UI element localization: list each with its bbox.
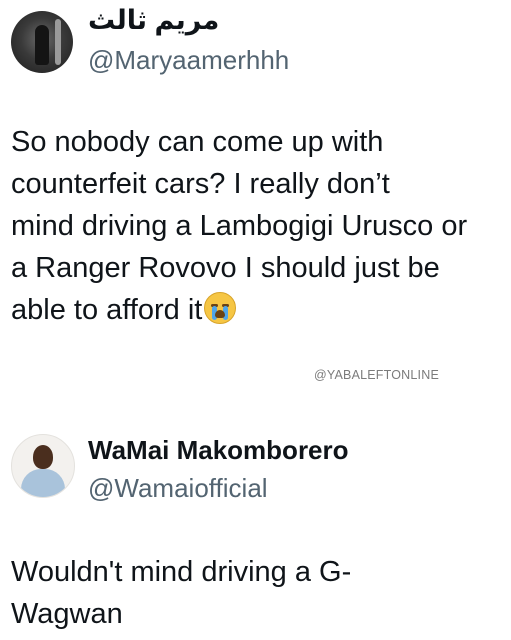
tweet-text-line: a Ranger Rovovo I should just be xyxy=(11,252,440,284)
display-name[interactable]: WaMai Makomborero xyxy=(88,434,349,466)
tweet-card: مريم ثالث @Maryaamerhhh So nobody can co… xyxy=(0,0,511,400)
tweet-text-line: Wouldn't mind driving a G- xyxy=(11,556,352,588)
tweet-text-line: able to afford it xyxy=(11,294,203,326)
avatar-figure xyxy=(35,25,49,65)
tweet-text-line: Wagwan xyxy=(11,598,123,630)
tweet-text-line: So nobody can come up with xyxy=(11,126,384,158)
watermark: @YABALEFTONLINE xyxy=(314,368,439,382)
tweet-text-line: mind driving a Lambogigi Urusco or xyxy=(11,210,468,242)
tweet-text-line: counterfeit cars? I really don’t xyxy=(11,168,390,200)
tweet-text: So nobody can come up with counterfeit c… xyxy=(11,121,501,331)
user-handle[interactable]: @Maryaamerhhh xyxy=(88,44,289,76)
tweet-text-line-last: able to afford it xyxy=(11,289,501,331)
display-name[interactable]: مريم ثالث xyxy=(88,4,219,36)
avatar[interactable] xyxy=(11,434,75,498)
avatar[interactable] xyxy=(11,11,73,73)
user-handle[interactable]: @Wamaiofficial xyxy=(88,472,268,504)
loudly-crying-face-icon xyxy=(204,292,237,324)
avatar-highlight xyxy=(55,19,61,65)
tweet-text: Wouldn't mind driving a G- Wagwan xyxy=(11,551,501,635)
avatar-head xyxy=(33,445,53,469)
tweet-card: WaMai Makomborero @Wamaiofficial Wouldn'… xyxy=(0,410,511,640)
avatar-shirt xyxy=(21,469,65,497)
